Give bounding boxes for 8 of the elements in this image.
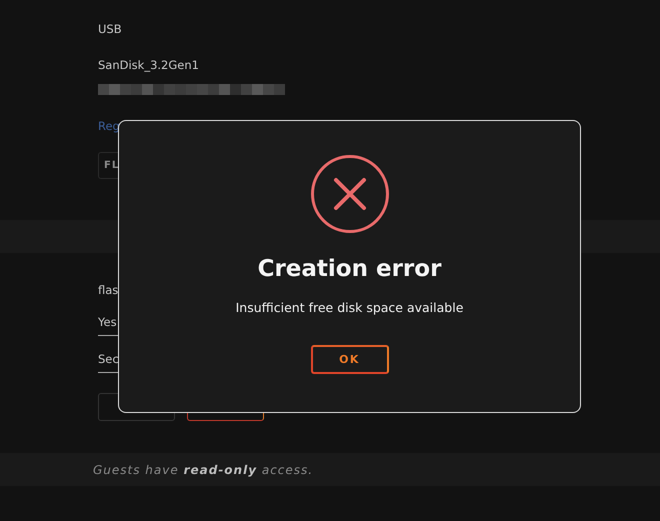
field-label: flas — [98, 283, 118, 297]
dialog-title: Creation error — [258, 256, 442, 282]
access-note: Guests have read-only access. — [93, 462, 314, 476]
device-type: USB — [98, 22, 122, 36]
dialog-message: Insufficient free disk space available — [236, 300, 464, 315]
ok-button[interactable]: OK — [310, 345, 388, 374]
error-icon — [310, 154, 390, 234]
device-name: SanDisk_3.2Gen1 — [98, 58, 199, 72]
